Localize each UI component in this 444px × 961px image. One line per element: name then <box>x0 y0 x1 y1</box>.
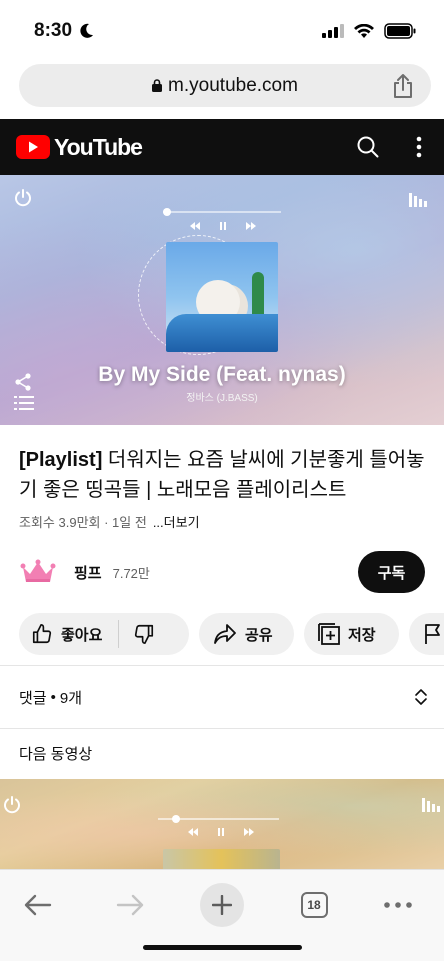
chevron-updown-icon[interactable] <box>414 687 428 707</box>
youtube-logo[interactable]: YouTube <box>16 133 143 161</box>
pause-icon[interactable] <box>220 222 226 230</box>
next-progress-knob <box>172 815 180 823</box>
lock-icon <box>152 79 163 92</box>
thumbs-up-icon[interactable] <box>31 623 53 645</box>
next-video-thumbnail[interactable] <box>0 779 444 869</box>
subscribe-button[interactable]: 구독 <box>358 551 425 593</box>
next-progress-bar <box>158 815 279 823</box>
wifi-icon <box>354 23 374 38</box>
next-mini-controls <box>188 827 254 837</box>
next-video-label: 다음 동영상 <box>19 746 93 763</box>
status-time: 8:30 <box>34 20 94 42</box>
share-label: 공유 <box>245 626 273 644</box>
more-link[interactable]: ...더보기 <box>153 515 200 530</box>
album-art <box>166 242 278 352</box>
more-vert-icon[interactable] <box>416 136 422 158</box>
forward-icon <box>116 894 144 916</box>
power-icon[interactable] <box>13 188 33 208</box>
channel-row: 핑프 7.72만 구독 <box>19 551 425 593</box>
address-bar[interactable]: m.youtube.com <box>19 64 431 107</box>
video-title-prefix: [Playlist] <box>19 449 103 471</box>
more-horiz-icon <box>384 902 412 908</box>
status-bar: 8:30 <box>0 0 444 62</box>
youtube-play-logo-icon <box>16 135 50 159</box>
save-button[interactable]: 저장 <box>304 613 399 655</box>
divider <box>0 728 444 729</box>
fast-forward-icon[interactable] <box>246 222 256 230</box>
divider <box>0 665 444 666</box>
like-label[interactable]: 좋아요 <box>61 624 102 645</box>
plus-icon <box>212 895 232 915</box>
channel-avatar[interactable] <box>19 553 57 591</box>
fast-forward-icon <box>244 828 254 836</box>
new-tab-button[interactable] <box>200 880 244 930</box>
action-bar: 좋아요 공유 저장 <box>19 613 444 655</box>
back-button[interactable] <box>20 880 56 930</box>
player-progress-knob <box>163 208 171 216</box>
share-icon[interactable] <box>391 73 415 99</box>
moon-icon <box>80 23 94 38</box>
forward-button[interactable] <box>112 880 148 930</box>
youtube-header: YouTube <box>0 119 444 175</box>
player-mini-controls[interactable] <box>190 220 256 232</box>
comments-separator: • <box>50 688 56 706</box>
next-album-art <box>163 849 280 869</box>
signal-icon <box>322 24 344 38</box>
album-art-car <box>166 314 278 352</box>
comments-row[interactable]: 댓글 • 9개 <box>0 672 444 722</box>
status-time-text: 8:30 <box>34 20 73 41</box>
pause-icon <box>218 828 224 836</box>
save-label: 저장 <box>348 626 376 644</box>
rewind-icon <box>188 828 198 836</box>
flag-icon <box>425 624 440 644</box>
more-button[interactable] <box>383 880 413 930</box>
url-text: m.youtube.com <box>168 74 298 96</box>
video-title[interactable]: [Playlist] 더워지는 요즘 날씨에 기분좋게 틀어놓기 좋은 띵곡들 … <box>19 445 429 505</box>
share-arrow-icon <box>214 624 236 644</box>
power-icon[interactable] <box>2 795 22 815</box>
search-icon[interactable] <box>356 135 380 159</box>
report-button[interactable] <box>409 613 444 655</box>
back-icon <box>24 894 52 916</box>
video-meta[interactable]: 조회수 3.9만회 · 1일 전 ...더보기 <box>19 512 200 531</box>
comments-count: 9개 <box>59 689 83 707</box>
channel-name[interactable]: 핑프 <box>74 562 102 583</box>
home-indicator[interactable] <box>143 945 302 950</box>
playlist-icon[interactable] <box>14 395 34 411</box>
subscriber-count: 7.72만 <box>112 565 150 581</box>
tabs-icon: 18 <box>300 892 328 918</box>
share-nodes-icon[interactable] <box>13 372 33 392</box>
like-divider <box>118 620 120 648</box>
thumbs-down-icon[interactable] <box>133 623 155 645</box>
player-song-title: By My Side (Feat. nynas) <box>98 363 346 386</box>
battery-icon <box>384 23 416 39</box>
crown-icon <box>20 559 56 582</box>
equalizer-icon <box>422 798 440 812</box>
tabs-button[interactable]: 18 <box>300 880 328 930</box>
video-meta-text: 조회수 3.9만회 · 1일 전 <box>19 515 147 530</box>
add-to-playlist-icon <box>318 623 340 645</box>
player-progress-bar[interactable] <box>163 208 281 216</box>
youtube-logo-text: YouTube <box>54 133 143 160</box>
comments-label: 댓글 <box>19 689 47 707</box>
share-button[interactable]: 공유 <box>199 613 294 655</box>
video-player[interactable]: By My Side (Feat. nynas) 정바스 (J.BASS) <box>0 175 444 425</box>
equalizer-icon <box>409 193 427 207</box>
like-dislike-pill: 좋아요 <box>19 613 189 655</box>
rewind-icon[interactable] <box>190 222 200 230</box>
player-artist: 정바스 (J.BASS) <box>186 393 258 404</box>
